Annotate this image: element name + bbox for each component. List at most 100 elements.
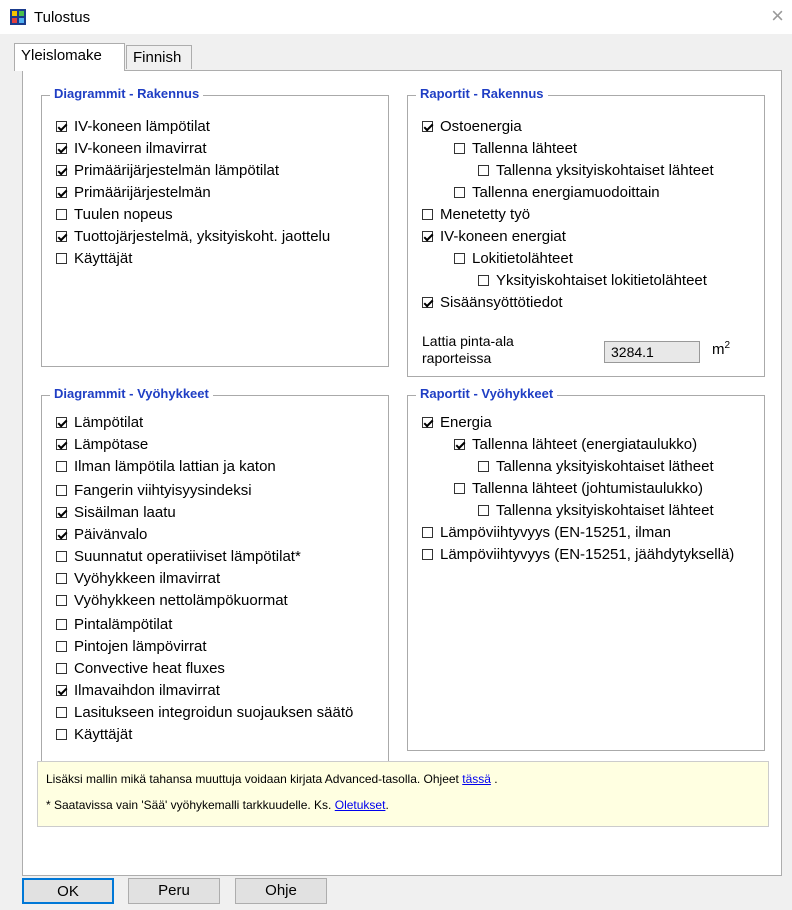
checkbox-label: Menetetty työ [440, 206, 531, 223]
cancel-button[interactable]: Peru [128, 878, 220, 904]
checkbox-save-by-energy-form[interactable]: Tallenna energiamuodoittain [454, 183, 754, 203]
checkbox-box[interactable] [56, 595, 67, 606]
checkbox-occupants[interactable]: Käyttäjät [56, 249, 376, 269]
checkbox-box[interactable] [454, 143, 465, 154]
unit-base: m [712, 341, 725, 358]
checkbox-box[interactable] [454, 187, 465, 198]
app-grid-icon [10, 9, 26, 25]
checkbox-box[interactable] [422, 209, 433, 220]
checkbox-box[interactable] [56, 231, 67, 242]
checkbox-save-sources[interactable]: Tallenna lähteet [454, 139, 754, 159]
checkbox-box[interactable] [454, 483, 465, 494]
checkbox-label: Energia [440, 414, 492, 431]
checkbox-box[interactable] [478, 461, 489, 472]
checkbox-box[interactable] [422, 297, 433, 308]
checkbox-surface-heat-flows[interactable]: Pintojen lämpövirrat [56, 637, 386, 657]
checkbox-thermal-comfort-air[interactable]: Lämpöviihtyvyys (EN-15251, ilman [422, 523, 762, 543]
close-icon[interactable]: × [771, 4, 784, 28]
checkbox-iv-temperatures[interactable]: IV-koneen lämpötilat [56, 117, 376, 137]
checkbox-surface-temperatures[interactable]: Pintalämpötilat [56, 615, 386, 635]
checkbox-label: Tallenna lähteet (energiataulukko) [472, 436, 698, 453]
checkbox-save-sources-conduction-table[interactable]: Tallenna lähteet (johtumistaulukko) [454, 479, 762, 499]
checkbox-box[interactable] [454, 253, 465, 264]
checkbox-glazing-shading-control[interactable]: Lasitukseen integroidun suojauksen säätö [56, 703, 386, 723]
checkbox-zone-occupants[interactable]: Käyttäjät [56, 725, 386, 745]
checkbox-detailed-log-sources[interactable]: Yksityiskohtaiset lokitietolähteet [478, 271, 758, 291]
checkbox-save-sources-energy-table[interactable]: Tallenna lähteet (energiataulukko) [454, 435, 762, 455]
checkbox-box[interactable] [56, 417, 67, 428]
checkbox-box[interactable] [56, 641, 67, 652]
checkbox-purchased-energy[interactable]: Ostoenergia [422, 117, 758, 137]
checkbox-label: IV-koneen lämpötilat [74, 118, 210, 135]
checkbox-box[interactable] [56, 663, 67, 674]
checkbox-box[interactable] [478, 165, 489, 176]
checkbox-fanger-comfort[interactable]: Fangerin viihtyisyysindeksi [56, 481, 386, 501]
checkbox-box[interactable] [56, 507, 67, 518]
checkbox-temperatures[interactable]: Lämpötilat [56, 413, 386, 433]
checkbox-wind-speed[interactable]: Tuulen nopeus [56, 205, 376, 225]
checkbox-label: Tuottojärjestelmä, yksityiskoht. jaottel… [74, 228, 331, 245]
note-line-2: * Saatavissa vain 'Sää' vyöhykemalli tar… [46, 798, 389, 812]
checkbox-ventilation-airflows[interactable]: Ilmavaihdon ilmavirrat [56, 681, 386, 701]
checkbox-log-sources[interactable]: Lokitietolähteet [454, 249, 754, 269]
checkbox-label: Päivänvalo [74, 526, 148, 543]
checkbox-box[interactable] [422, 121, 433, 132]
defaults-link[interactable]: Oletukset [335, 798, 386, 812]
checkbox-indoor-air-quality[interactable]: Sisäilman laatu [56, 503, 386, 523]
checkbox-box[interactable] [56, 685, 67, 696]
checkbox-save-detailed-sources-energy[interactable]: Tallenna yksityiskohtaiset lätheet [478, 457, 762, 477]
checkbox-box[interactable] [56, 253, 67, 264]
checkbox-box[interactable] [56, 165, 67, 176]
checkbox-box[interactable] [56, 439, 67, 450]
checkbox-box[interactable] [56, 619, 67, 630]
checkbox-energy[interactable]: Energia [422, 413, 762, 433]
tab-finnish[interactable]: Finnish [126, 45, 192, 69]
checkbox-iv-airflows[interactable]: IV-koneen ilmavirrat [56, 139, 376, 159]
checkbox-box[interactable] [478, 275, 489, 286]
checkbox-floor-ceiling-air-temp[interactable]: Ilman lämpötila lattian ja katon [56, 457, 386, 475]
checkbox-box[interactable] [56, 729, 67, 740]
checkbox-iv-energies[interactable]: IV-koneen energiat [422, 227, 758, 247]
checkbox-label: Ilmavaihdon ilmavirrat [74, 682, 220, 699]
checkbox-zone-net-heat-loads[interactable]: Vyöhykkeen nettolämpökuormat [56, 591, 386, 609]
checkbox-box[interactable] [422, 417, 433, 428]
help-link[interactable]: tässä [462, 772, 491, 786]
group-reports-zones: Raportit - Vyöhykkeet Energia Tallenna l… [407, 386, 765, 751]
checkbox-label: Lämpötilat [74, 414, 144, 431]
checkbox-save-detailed-sources[interactable]: Tallenna yksityiskohtaiset lähteet [478, 161, 758, 181]
checkbox-box[interactable] [478, 505, 489, 516]
checkbox-box[interactable] [56, 573, 67, 584]
checkbox-box[interactable] [454, 439, 465, 450]
checkbox-save-detailed-sources-conduction[interactable]: Tallenna yksityiskohtaiset lähteet [478, 501, 762, 521]
checkbox-thermal-comfort-cooling[interactable]: Lämpöviihtyvyys (EN-15251, jäähdytyksell… [422, 545, 762, 565]
checkbox-box[interactable] [56, 187, 67, 198]
floor-area-field[interactable]: 3284.1 [604, 341, 700, 363]
checkbox-daylight[interactable]: Päivänvalo [56, 525, 386, 545]
checkbox-box[interactable] [56, 461, 67, 472]
tab-yleislomake[interactable]: Yleislomake [14, 43, 125, 71]
checkbox-box[interactable] [56, 121, 67, 132]
checkbox-directed-operative-temps[interactable]: Suunnatut operatiiviset lämpötilat* [56, 547, 386, 567]
checkbox-box[interactable] [422, 231, 433, 242]
checkbox-box[interactable] [56, 529, 67, 540]
checkbox-label: Pintojen lämpövirrat [74, 638, 207, 655]
checkbox-box[interactable] [56, 209, 67, 220]
group-title: Raportit - Vyöhykkeet [416, 386, 558, 401]
checkbox-box[interactable] [422, 527, 433, 538]
checkbox-zone-airflows[interactable]: Vyöhykkeen ilmavirrat [56, 569, 386, 589]
checkbox-box[interactable] [56, 707, 67, 718]
checkbox-label: Lämpöviihtyvyys (EN-15251, ilman [440, 524, 671, 541]
checkbox-box[interactable] [56, 143, 67, 154]
checkbox-input-data[interactable]: Sisäänsyöttötiedot [422, 293, 758, 313]
checkbox-box[interactable] [56, 485, 67, 496]
checkbox-box[interactable] [422, 549, 433, 560]
checkbox-lost-work[interactable]: Menetetty työ [422, 205, 758, 225]
checkbox-production-breakdown[interactable]: Tuottojärjestelmä, yksityiskoht. jaottel… [56, 227, 376, 247]
checkbox-primary-temperatures[interactable]: Primäärijärjestelmän lämpötilat [56, 161, 376, 181]
checkbox-heat-balance[interactable]: Lämpötase [56, 435, 386, 455]
checkbox-primary-system[interactable]: Primäärijärjestelmän [56, 183, 376, 201]
help-button[interactable]: Ohje [235, 878, 327, 904]
ok-button[interactable]: OK [22, 878, 114, 904]
checkbox-box[interactable] [56, 551, 67, 562]
checkbox-convective-heat-fluxes[interactable]: Convective heat fluxes [56, 659, 386, 679]
